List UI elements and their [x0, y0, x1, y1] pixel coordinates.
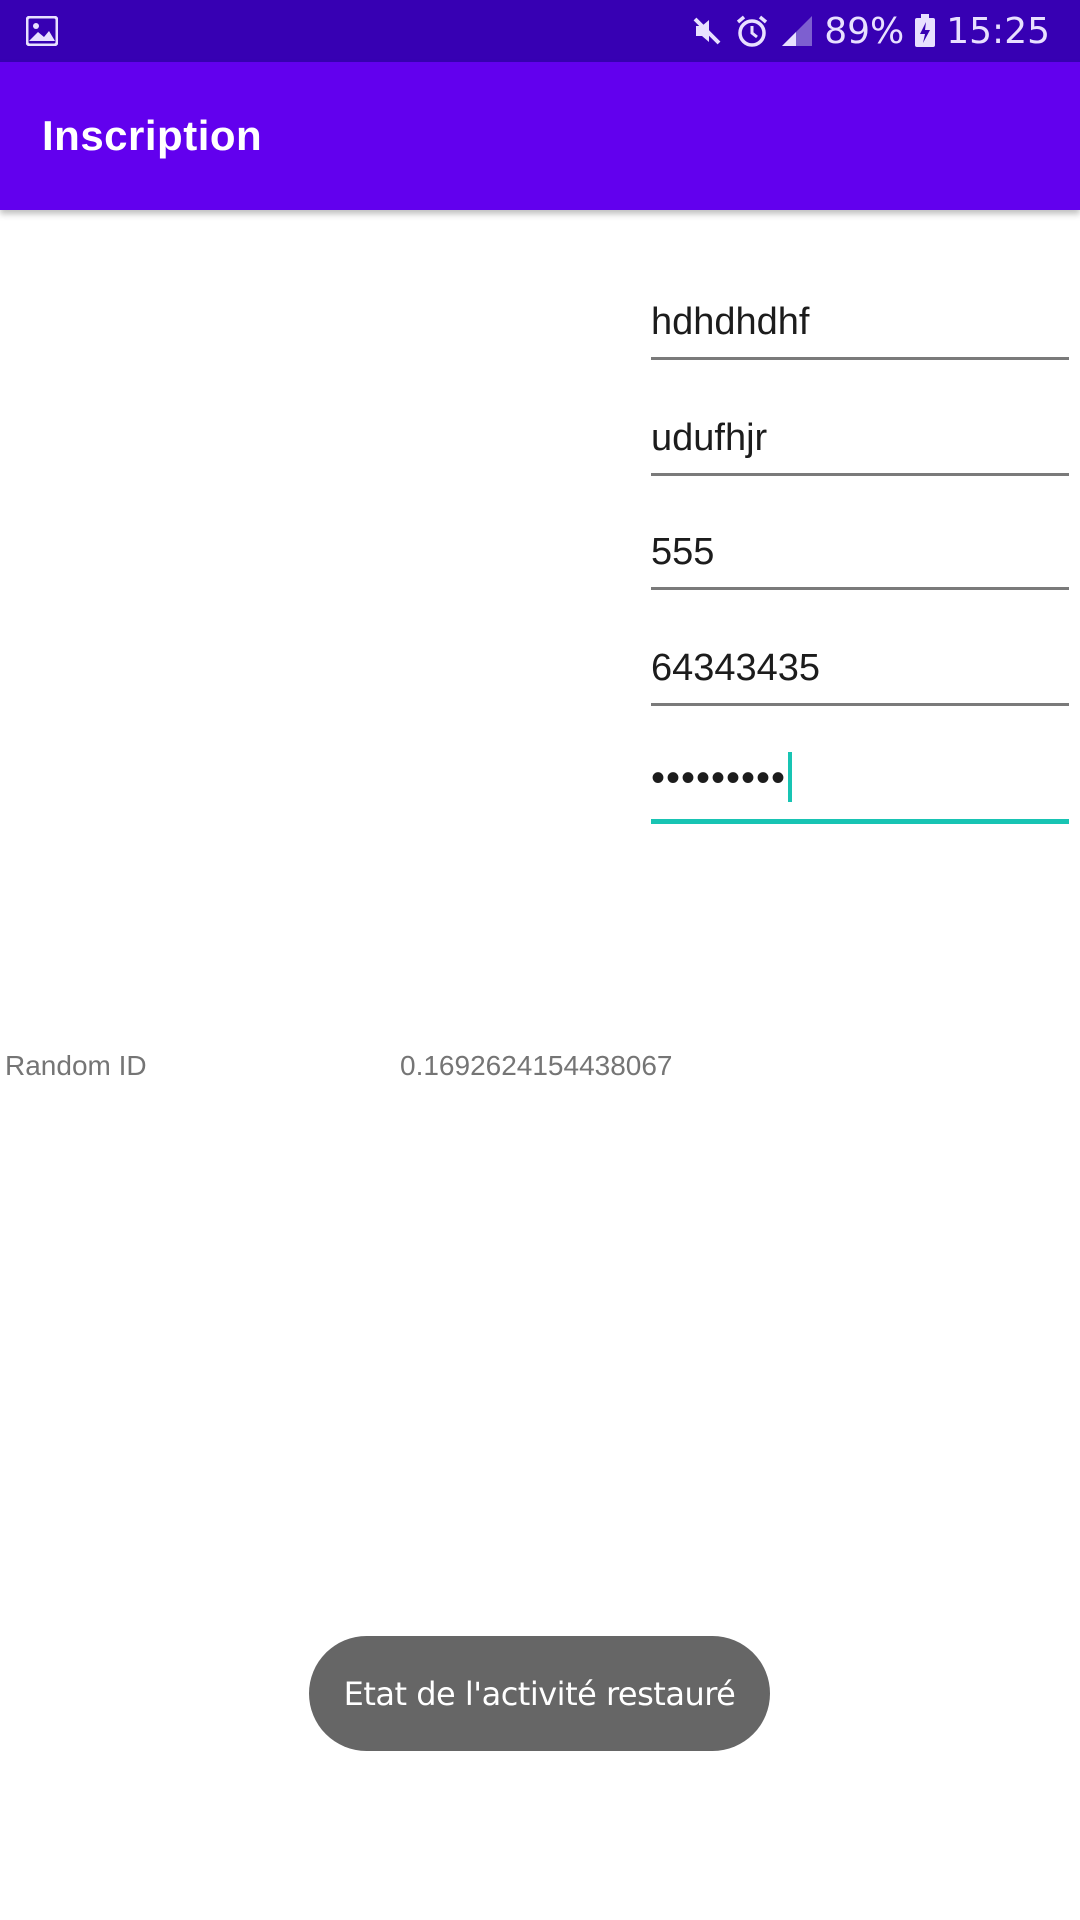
status-indicators: 89% 15:25: [690, 0, 1050, 62]
page-title: Inscription: [42, 112, 263, 159]
password-value: •••••••••: [651, 752, 793, 806]
random-id-label: Random ID: [5, 1050, 147, 1081]
text-cursor: [788, 752, 793, 802]
battery-percent: 89%: [824, 10, 905, 52]
password-dots: •••••••••: [651, 756, 787, 801]
alarm-icon: [734, 13, 770, 49]
field-value: udufhjr: [651, 417, 768, 459]
app-bar: Inscription: [0, 62, 1080, 210]
field-underline: [651, 473, 1069, 476]
signal-icon: [780, 14, 814, 48]
number-field-1[interactable]: 555: [651, 510, 1069, 590]
status-bar: 89% 15:25: [0, 0, 1080, 62]
toast-message: Etat de l'activité restauré: [343, 1674, 736, 1713]
status-time: 15:25: [946, 10, 1050, 52]
field-underline-focused: [651, 819, 1069, 824]
field-value: 64343435: [651, 647, 821, 689]
password-field[interactable]: •••••••••: [651, 742, 1069, 824]
battery-charging-icon: [914, 14, 936, 48]
number-field-2[interactable]: 64343435: [651, 626, 1069, 706]
toast: Etat de l'activité restauré: [309, 1636, 770, 1751]
random-id-value: 0.1692624154438067: [400, 1050, 673, 1081]
text-field-1[interactable]: hdhdhdhf: [651, 280, 1069, 360]
mute-icon: [690, 14, 724, 48]
field-underline: [651, 587, 1069, 590]
field-value: hdhdhdhf: [651, 301, 810, 343]
text-field-2[interactable]: udufhjr: [651, 396, 1069, 476]
field-underline: [651, 703, 1069, 706]
field-underline: [651, 357, 1069, 360]
field-value: 555: [651, 531, 715, 573]
gallery-icon: [25, 15, 59, 47]
